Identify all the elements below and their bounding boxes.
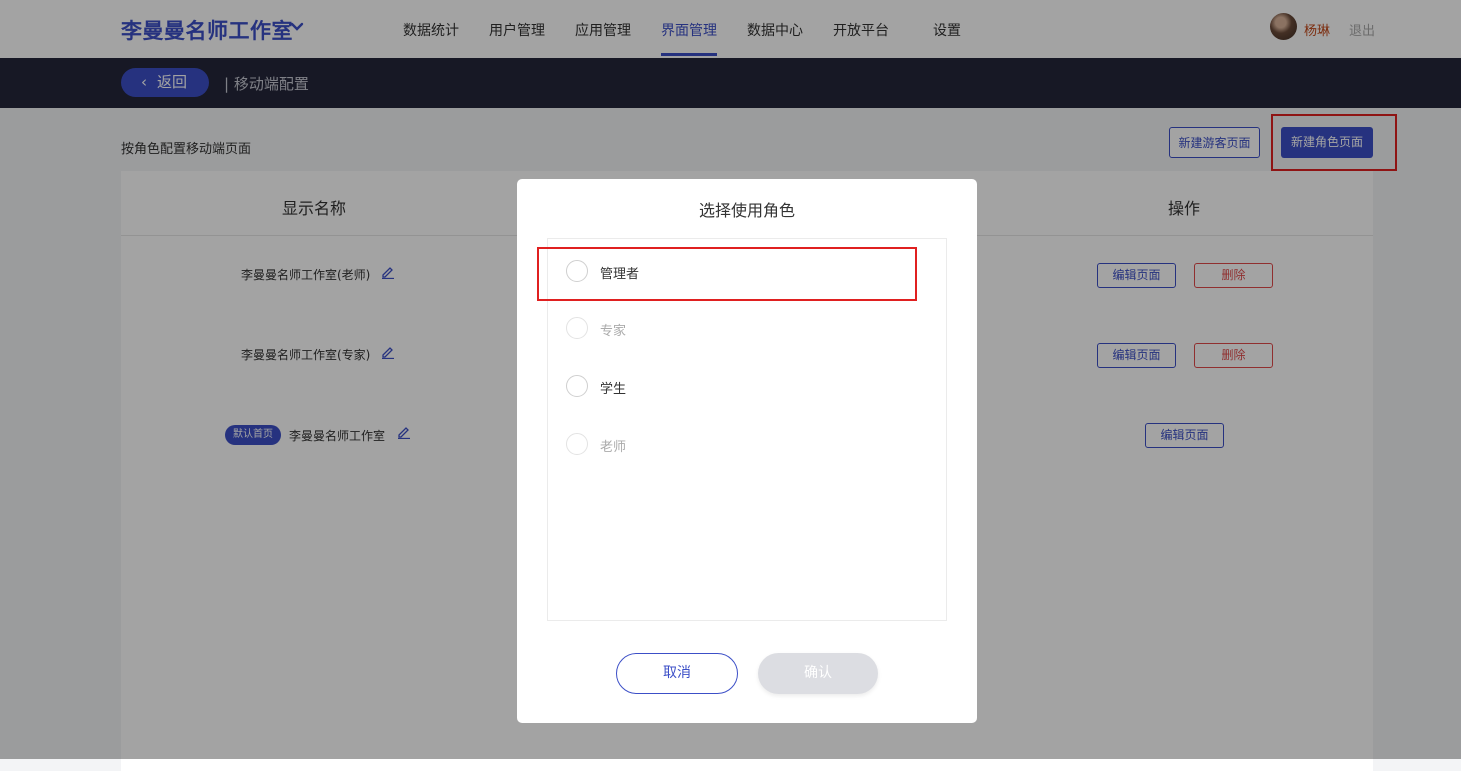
highlight-box-admin-option [537,247,917,301]
role-option-label: 老师 [600,440,627,455]
dialog-title: 选择使用角色 [698,201,795,220]
role-option-label: 学生 [600,382,627,397]
role-option-label: 专家 [600,324,627,339]
confirm-button[interactable]: 确认 [758,653,878,694]
cancel-button[interactable]: 取消 [616,653,738,694]
radio-button [566,433,588,455]
radio-button[interactable] [566,375,588,397]
radio-button [566,317,588,339]
